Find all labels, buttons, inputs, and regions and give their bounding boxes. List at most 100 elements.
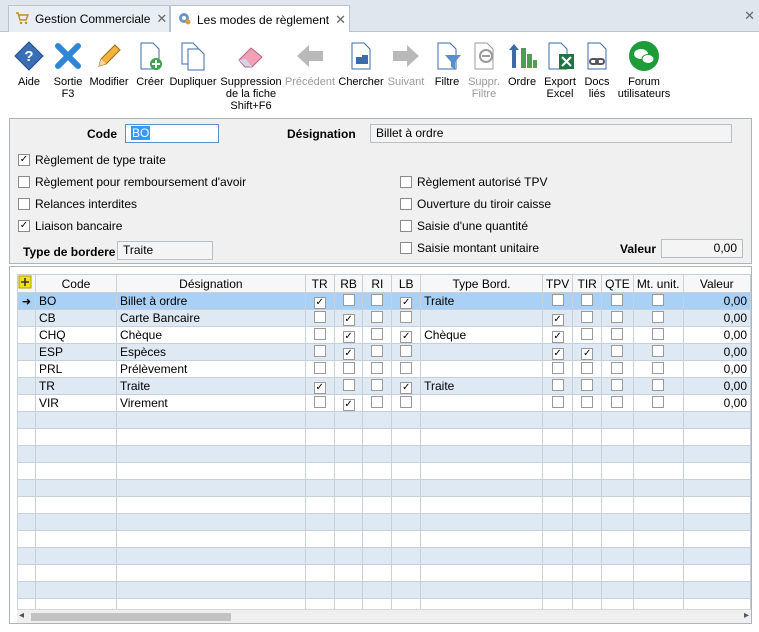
cell-tir[interactable] — [572, 377, 603, 395]
empty-cell[interactable] — [304, 530, 335, 548]
cell-qte[interactable] — [601, 360, 634, 378]
valeur-input[interactable]: 0,00 — [661, 239, 743, 258]
cell-designation[interactable]: Prélèvement — [115, 360, 306, 378]
chercher-button[interactable]: Chercher — [338, 40, 384, 88]
checkbox[interactable] — [611, 395, 624, 408]
add-row-icon[interactable] — [17, 274, 36, 293]
cell-rb[interactable]: ✓ — [333, 394, 364, 412]
cell-mt[interactable] — [632, 326, 684, 344]
empty-cell[interactable] — [17, 428, 36, 446]
empty-cell[interactable] — [601, 411, 634, 429]
table-row[interactable]: ➜ BO Billet à ordre ✓ ✓ Traite 0,00 — [17, 292, 751, 310]
empty-cell[interactable] — [333, 547, 364, 565]
empty-cell[interactable] — [601, 445, 634, 463]
cell-type-bord[interactable]: Chèque — [420, 326, 543, 344]
empty-cell[interactable] — [304, 564, 335, 582]
modifier-button[interactable]: Modifier — [88, 40, 130, 88]
empty-cell[interactable] — [632, 530, 684, 548]
cell-rb[interactable] — [333, 377, 364, 395]
cell-designation[interactable]: Carte Bancaire — [115, 309, 306, 327]
cell-rb[interactable] — [333, 360, 364, 378]
cell-lb[interactable] — [391, 394, 422, 412]
empty-row[interactable] — [17, 496, 751, 514]
empty-cell[interactable] — [420, 411, 543, 429]
empty-cell[interactable] — [362, 513, 393, 531]
checkbox[interactable] — [581, 395, 594, 408]
empty-cell[interactable] — [601, 479, 634, 497]
empty-row[interactable] — [17, 445, 751, 463]
row-indicator[interactable] — [17, 360, 36, 378]
col-header-ri[interactable]: RI — [362, 274, 393, 293]
designation-input[interactable]: Billet à ordre — [370, 124, 732, 143]
scrollbar-thumb[interactable] — [31, 613, 231, 621]
checkbox[interactable] — [611, 378, 624, 391]
checkbox[interactable] — [371, 395, 384, 408]
cell-tir[interactable]: ✓ — [572, 343, 603, 361]
empty-cell[interactable] — [572, 462, 603, 480]
empty-cell[interactable] — [420, 530, 543, 548]
cell-type-bord[interactable] — [420, 394, 543, 412]
empty-cell[interactable] — [362, 428, 393, 446]
checkbox[interactable]: ✓ — [342, 330, 355, 343]
suppr-filtre-button[interactable]: Suppr. Filtre — [466, 40, 502, 100]
empty-cell[interactable] — [632, 428, 684, 446]
checkbox[interactable] — [581, 361, 594, 374]
checkbox[interactable] — [371, 310, 384, 323]
empty-cell[interactable] — [34, 581, 117, 599]
checkbox[interactable] — [581, 378, 594, 391]
empty-cell[interactable] — [333, 581, 364, 599]
empty-cell[interactable] — [572, 428, 603, 446]
empty-cell[interactable] — [34, 547, 117, 565]
cell-tpv[interactable] — [541, 394, 574, 412]
empty-cell[interactable] — [541, 462, 574, 480]
empty-cell[interactable] — [362, 411, 393, 429]
cell-valeur[interactable]: 0,00 — [682, 326, 751, 344]
checkbox[interactable] — [400, 395, 413, 408]
empty-cell[interactable] — [632, 513, 684, 531]
cell-rb[interactable] — [333, 292, 364, 310]
cell-valeur[interactable]: 0,00 — [682, 377, 751, 395]
empty-cell[interactable] — [333, 530, 364, 548]
empty-cell[interactable] — [632, 462, 684, 480]
checkbox[interactable] — [342, 378, 355, 391]
empty-cell[interactable] — [682, 547, 751, 565]
checkbox[interactable] — [313, 344, 326, 357]
empty-cell[interactable] — [362, 581, 393, 599]
empty-cell[interactable] — [420, 564, 543, 582]
empty-cell[interactable] — [34, 411, 117, 429]
checkbox[interactable] — [313, 395, 326, 408]
cell-ri[interactable] — [362, 377, 393, 395]
cell-type-bord[interactable]: Traite — [420, 292, 543, 310]
empty-cell[interactable] — [541, 564, 574, 582]
cell-ri[interactable] — [362, 360, 393, 378]
cell-rb[interactable]: ✓ — [333, 309, 364, 327]
cell-tr[interactable]: ✓ — [304, 377, 335, 395]
empty-cell[interactable] — [17, 479, 36, 497]
cell-code[interactable]: VIR — [34, 394, 117, 412]
empty-cell[interactable] — [420, 581, 543, 599]
empty-cell[interactable] — [304, 513, 335, 531]
empty-row[interactable] — [17, 479, 751, 497]
empty-cell[interactable] — [333, 479, 364, 497]
col-header-qte[interactable]: QTE — [601, 274, 634, 293]
empty-row[interactable] — [17, 564, 751, 582]
empty-cell[interactable] — [420, 479, 543, 497]
empty-cell[interactable] — [115, 513, 306, 531]
cell-valeur[interactable]: 0,00 — [682, 292, 751, 310]
empty-cell[interactable] — [304, 462, 335, 480]
precedent-button[interactable]: Précédent — [285, 40, 335, 88]
cell-code[interactable]: CHQ — [34, 326, 117, 344]
empty-cell[interactable] — [572, 530, 603, 548]
empty-cell[interactable] — [362, 479, 393, 497]
filtre-button[interactable]: Filtre — [433, 40, 461, 88]
empty-cell[interactable] — [601, 513, 634, 531]
empty-cell[interactable] — [17, 496, 36, 514]
empty-cell[interactable] — [362, 547, 393, 565]
table-row[interactable]: TR Traite ✓ ✓ Traite 0,00 — [17, 377, 751, 395]
cell-ri[interactable] — [362, 343, 393, 361]
empty-cell[interactable] — [115, 445, 306, 463]
checkbox[interactable] — [551, 361, 564, 374]
empty-cell[interactable] — [362, 445, 393, 463]
cell-lb[interactable] — [391, 360, 422, 378]
cell-designation[interactable]: Espèces — [115, 343, 306, 361]
